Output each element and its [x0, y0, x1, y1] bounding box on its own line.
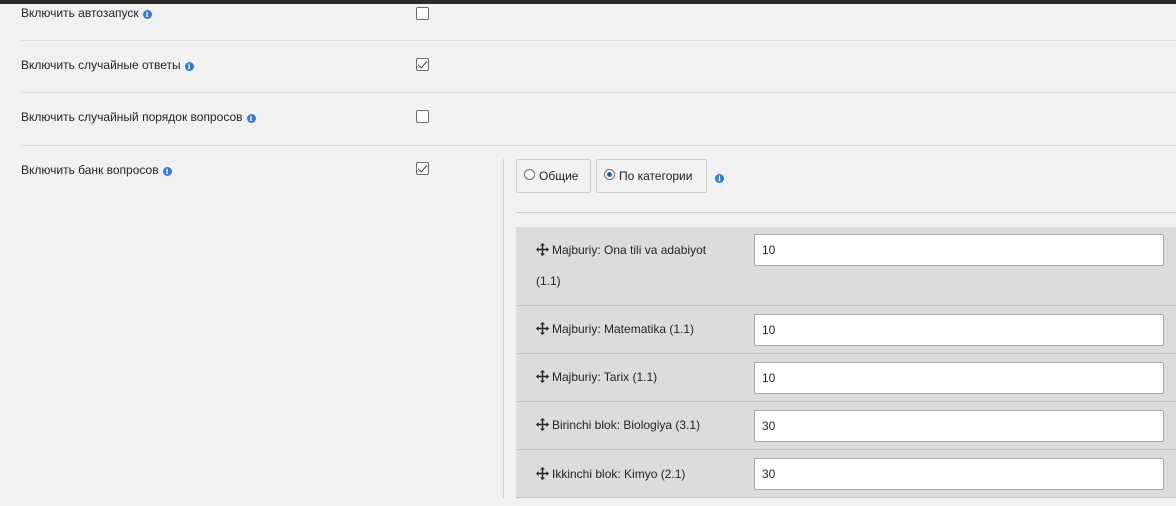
category-label: Majburiy: Matematika (1.1)	[536, 314, 726, 345]
category-label: Ikkinchi blok: Kimyo (2.1)	[536, 459, 726, 490]
setting-random-order-label: Включить случайный порядок вопросов i	[21, 110, 256, 124]
question-bank-checkbox[interactable]	[416, 162, 429, 175]
category-label: Majburiy: Tarix (1.1)	[536, 362, 726, 393]
category-label: Birinchi blok: Biologiya (3.1)	[536, 410, 726, 441]
random-order-checkbox[interactable]	[416, 110, 429, 123]
category-quantity-input[interactable]: 10	[754, 234, 1164, 266]
radio-option-general[interactable]: Общие	[516, 159, 591, 193]
category-label: Majburiy: Ona tili va adabiyot (1.1)	[536, 235, 726, 297]
category-quantity-input[interactable]: 30	[754, 410, 1164, 442]
category-quantity-input[interactable]: 30	[754, 458, 1164, 490]
setting-random-answers-label: Включить случайные ответы i	[21, 58, 194, 72]
divider	[21, 145, 1176, 146]
radio-button[interactable]	[524, 169, 535, 180]
category-row: Birinchi blok: Biologiya (3.1) 30	[516, 402, 1176, 450]
divider	[516, 212, 1176, 213]
category-row: Majburiy: Matematika (1.1) 10	[516, 306, 1176, 354]
info-icon[interactable]: i	[715, 174, 724, 183]
move-arrows-icon[interactable]	[536, 412, 549, 431]
divider	[21, 92, 1176, 93]
category-quantity-input[interactable]: 10	[754, 362, 1164, 394]
top-bar	[0, 0, 1176, 4]
category-quantity-input[interactable]: 10	[754, 314, 1164, 346]
info-icon[interactable]: i	[184, 62, 194, 71]
move-arrows-icon[interactable]	[536, 237, 549, 256]
setting-autostart-label: Включить автозапуск i	[21, 6, 152, 20]
setting-question-bank-label: Включить банк вопросов i	[21, 163, 172, 177]
info-icon[interactable]: i	[162, 167, 172, 176]
category-row: Ikkinchi blok: Kimyo (2.1) 30	[516, 450, 1176, 498]
random-answers-checkbox[interactable]	[416, 58, 429, 71]
move-arrows-icon[interactable]	[536, 461, 549, 480]
category-row: Majburiy: Tarix (1.1) 10	[516, 354, 1176, 402]
info-icon[interactable]: i	[246, 114, 256, 123]
radio-button[interactable]	[604, 169, 615, 180]
move-arrows-icon[interactable]	[536, 316, 549, 335]
section-divider	[503, 159, 504, 498]
autostart-checkbox[interactable]	[416, 7, 429, 20]
category-row: Majburiy: Ona tili va adabiyot (1.1) 10	[516, 227, 1176, 306]
info-icon[interactable]: i	[142, 10, 152, 19]
divider	[21, 40, 1176, 41]
move-arrows-icon[interactable]	[536, 364, 549, 383]
radio-option-by-category[interactable]: По категории	[596, 159, 707, 193]
